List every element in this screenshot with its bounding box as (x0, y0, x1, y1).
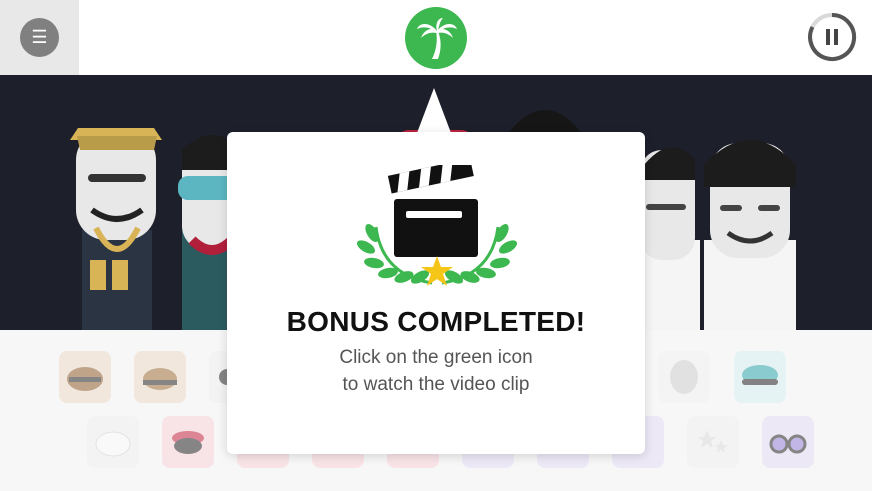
hamburger-icon: ☰ (31, 27, 48, 47)
palm-tree-icon (417, 18, 457, 59)
character-6[interactable] (700, 125, 800, 330)
top-bar: ☰ (0, 0, 872, 75)
modal-pointer (417, 88, 451, 133)
dialog-message-line-2: to watch the video clip (342, 374, 530, 395)
pause-button[interactable] (807, 12, 857, 62)
dialog-title: BONUS COMPLETED! (286, 306, 586, 337)
character-5[interactable] (640, 130, 700, 330)
dialog-message-line-1: Click on the green icon (339, 347, 533, 368)
bonus-video-button[interactable] (405, 7, 467, 69)
menu-button[interactable]: ☰ (20, 18, 59, 57)
clapperboard-laurel-icon (356, 165, 518, 286)
menu-area: ☰ (0, 0, 79, 75)
character-1[interactable] (62, 110, 172, 330)
pause-icon (808, 12, 857, 61)
bonus-completed-dialog: BONUS COMPLETED! Click on the green icon… (227, 132, 645, 454)
